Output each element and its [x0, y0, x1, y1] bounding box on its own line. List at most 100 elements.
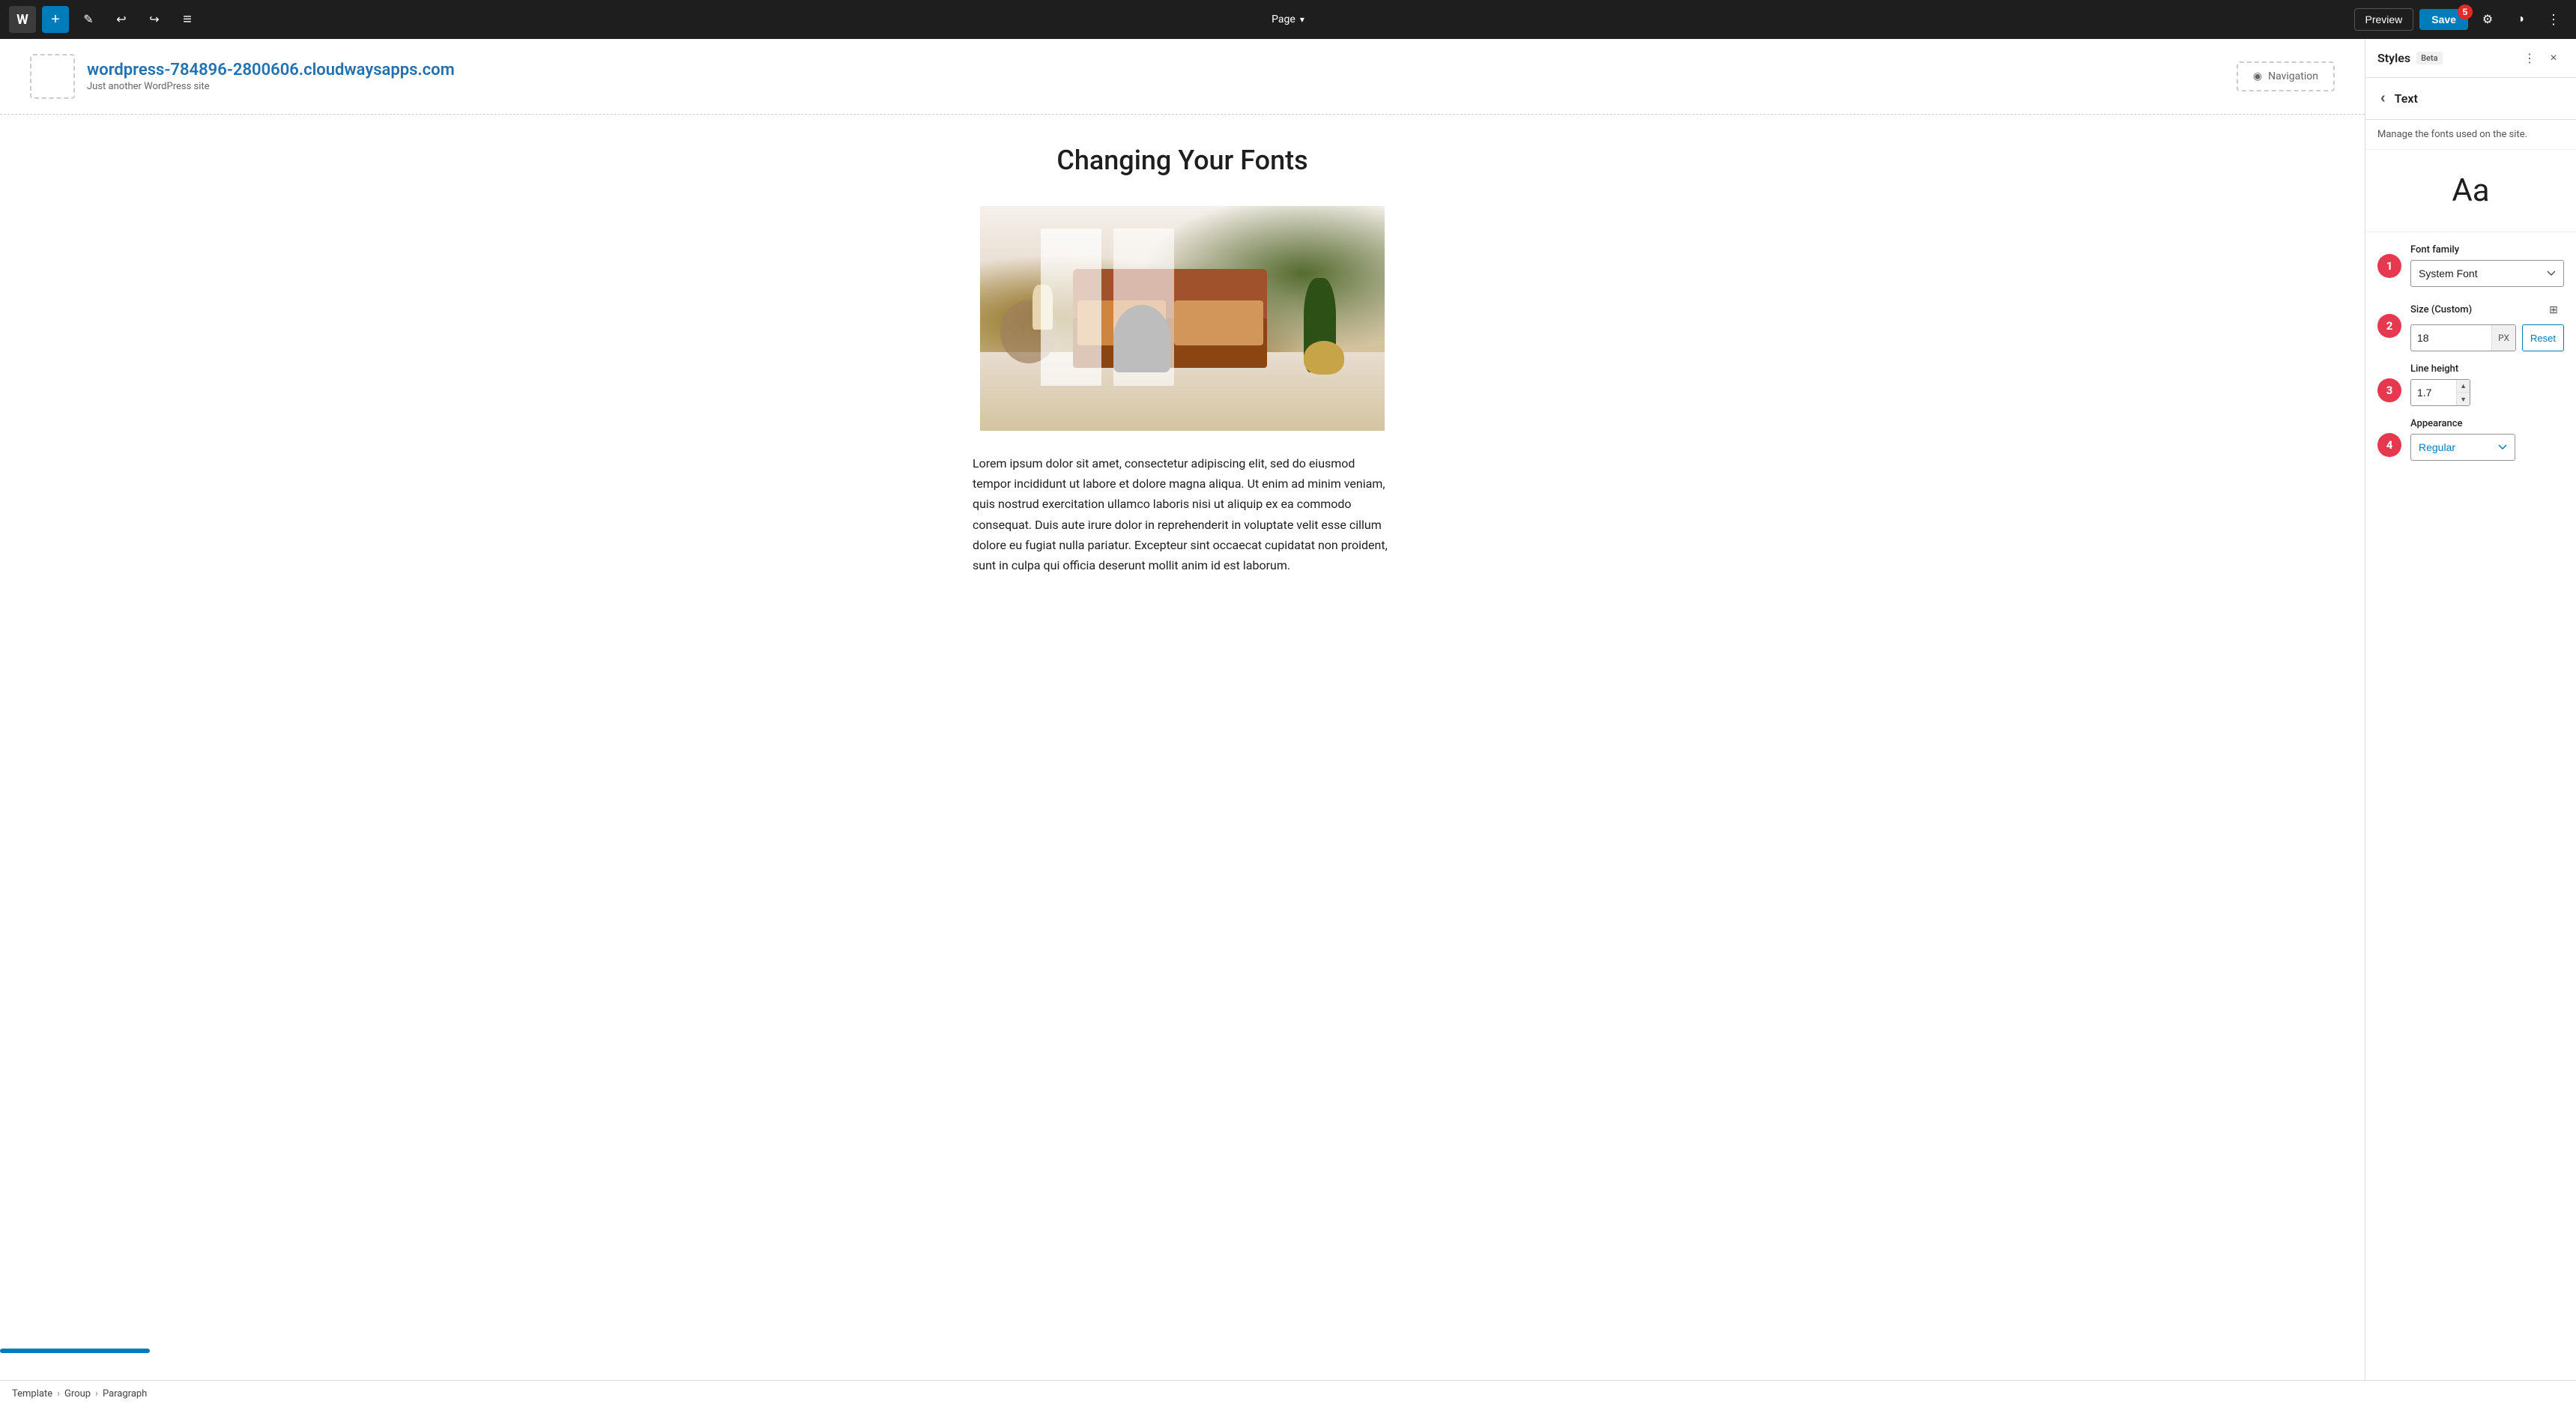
spinner: ▲ ▼ — [2456, 380, 2470, 405]
line-height-label: Line height — [2410, 363, 2470, 375]
paragraph-text: Lorem ipsum dolor sit amet, consectetur … — [973, 453, 1392, 575]
badge-2: 2 — [2377, 314, 2401, 338]
badge-4: 4 — [2377, 433, 2401, 457]
panel-title: Styles — [2377, 51, 2410, 65]
appearance-row-outer: 4 Appearance Regular — [2377, 418, 2564, 461]
spinner-down[interactable]: ▼ — [2457, 393, 2470, 405]
back-button[interactable] — [2377, 87, 2389, 110]
line-height-input[interactable] — [2411, 382, 2456, 403]
font-family-row: 1 Font family System Font — [2377, 244, 2564, 287]
main-area: wordpress-784896-2800606.cloudwaysapps.c… — [0, 39, 2576, 1380]
breadcrumb-template[interactable]: Template — [12, 1388, 52, 1400]
canvas-area: wordpress-784896-2800606.cloudwaysapps.c… — [0, 39, 2365, 1380]
appearance-select[interactable]: Regular — [2410, 434, 2515, 461]
font-family-label: Font family — [2410, 244, 2564, 255]
line-height-row-outer: 3 Line height ▲ ▼ — [2377, 363, 2564, 406]
appearance-label: Appearance — [2410, 418, 2515, 429]
image-inner — [980, 206, 1385, 431]
line-height-input-wrap: ▲ ▼ — [2410, 379, 2470, 406]
beta-badge: Beta — [2416, 52, 2442, 64]
content-area: Changing Your Fonts — [0, 115, 2365, 1380]
redo-icon — [149, 12, 159, 27]
contrast-icon — [2517, 13, 2524, 26]
edit-button[interactable] — [75, 6, 102, 33]
breadcrumb-bar: Template › Group › Paragraph — [0, 1380, 2576, 1407]
size-unit: PX — [2491, 325, 2515, 351]
breadcrumb-group[interactable]: Group — [64, 1388, 91, 1400]
navigation-icon — [2253, 70, 2262, 82]
panel-description: Manage the fonts used on the site. — [2365, 120, 2576, 150]
size-input[interactable] — [2411, 327, 2491, 348]
size-input-row: PX Reset — [2410, 324, 2564, 351]
panel-header-right: ⋮ × — [2519, 48, 2564, 69]
window-left — [1041, 229, 1101, 386]
list-icon — [183, 11, 192, 28]
gear-icon — [2482, 12, 2493, 27]
size-settings-button[interactable]: ⊞ — [2543, 299, 2564, 320]
panel-header-left: Styles Beta — [2377, 51, 2443, 65]
navigation-label: Navigation — [2268, 70, 2318, 82]
font-preview-text: Aa — [2452, 172, 2489, 209]
panel-header: Styles Beta ⋮ × — [2365, 39, 2576, 78]
plant-basket — [1304, 341, 1344, 375]
preview-button[interactable]: Preview — [2354, 8, 2414, 31]
sub-panel-header: Text — [2365, 78, 2576, 120]
breadcrumb-sep-1: › — [57, 1388, 60, 1400]
save-badge: 5 — [2458, 4, 2473, 19]
site-header: wordpress-784896-2800606.cloudwaysapps.c… — [0, 39, 2365, 115]
font-family-group: Font family System Font — [2410, 244, 2564, 287]
spinner-up[interactable]: ▲ — [2457, 380, 2470, 393]
pencil-icon — [83, 12, 93, 27]
settings-button[interactable] — [2474, 6, 2501, 33]
undo-icon — [116, 12, 126, 27]
scrollbar[interactable] — [0, 1349, 150, 1353]
site-logo[interactable] — [30, 54, 75, 99]
site-tagline: Just another WordPress site — [87, 81, 455, 92]
font-preview: Aa — [2365, 150, 2576, 232]
save-button[interactable]: Save 5 — [2419, 9, 2468, 30]
more-button[interactable] — [2540, 6, 2567, 33]
badge-1: 1 — [2377, 254, 2401, 278]
more-options-button[interactable]: ⋮ — [2519, 48, 2540, 69]
navigation-block[interactable]: Navigation — [2237, 61, 2335, 91]
size-label-row: Size (Custom) ⊞ — [2410, 299, 2564, 320]
page-title: Changing Your Fonts — [60, 145, 2305, 176]
panel-content: 1 Font family System Font 2 Size (Custom… — [2365, 232, 2576, 473]
badge-3: 3 — [2377, 378, 2401, 402]
chevron-down-icon — [1300, 13, 1304, 25]
back-icon — [2380, 90, 2386, 107]
redo-button[interactable] — [141, 6, 168, 33]
font-family-select[interactable]: System Font — [2410, 260, 2564, 287]
sub-panel-title: Text — [2395, 91, 2418, 106]
window-right — [1113, 229, 1174, 386]
toolbar: W + Page Preview Save 5 — [0, 0, 2576, 39]
page-frame: wordpress-784896-2800606.cloudwaysapps.c… — [0, 39, 2365, 1380]
toolbar-right: Preview Save 5 — [2354, 6, 2568, 33]
contrast-button[interactable] — [2507, 6, 2534, 33]
close-icon: × — [2550, 52, 2557, 65]
undo-button[interactable] — [108, 6, 135, 33]
breadcrumb-sep-2: › — [95, 1388, 98, 1400]
add-block-button[interactable]: + — [42, 6, 69, 33]
page-label: Page — [1272, 13, 1295, 25]
reset-button[interactable]: Reset — [2522, 324, 2564, 351]
site-info: wordpress-784896-2800606.cloudwaysapps.c… — [87, 61, 455, 92]
wp-logo[interactable]: W — [9, 6, 36, 33]
site-title[interactable]: wordpress-784896-2800606.cloudwaysapps.c… — [87, 61, 455, 79]
more-icon — [2547, 12, 2560, 28]
featured-image — [980, 206, 1385, 431]
size-label: Size (Custom) — [2410, 304, 2472, 315]
more-options-icon: ⋮ — [2524, 51, 2536, 66]
sofa-cushion-right — [1174, 300, 1263, 345]
breadcrumb-paragraph[interactable]: Paragraph — [103, 1388, 147, 1400]
page-selector[interactable]: Page — [1272, 13, 1304, 25]
close-panel-button[interactable]: × — [2543, 48, 2564, 69]
size-row-outer: 2 Size (Custom) ⊞ PX Reset — [2377, 299, 2564, 351]
styles-panel: Styles Beta ⋮ × Text Manage the fonts us… — [2365, 39, 2576, 1380]
site-brand: wordpress-784896-2800606.cloudwaysapps.c… — [30, 54, 455, 99]
line-height-group: Line height ▲ ▼ — [2410, 363, 2470, 406]
list-view-button[interactable] — [174, 6, 201, 33]
size-group: Size (Custom) ⊞ PX Reset — [2410, 299, 2564, 351]
size-input-wrap: PX — [2410, 324, 2516, 351]
appearance-group: Appearance Regular — [2410, 418, 2515, 461]
